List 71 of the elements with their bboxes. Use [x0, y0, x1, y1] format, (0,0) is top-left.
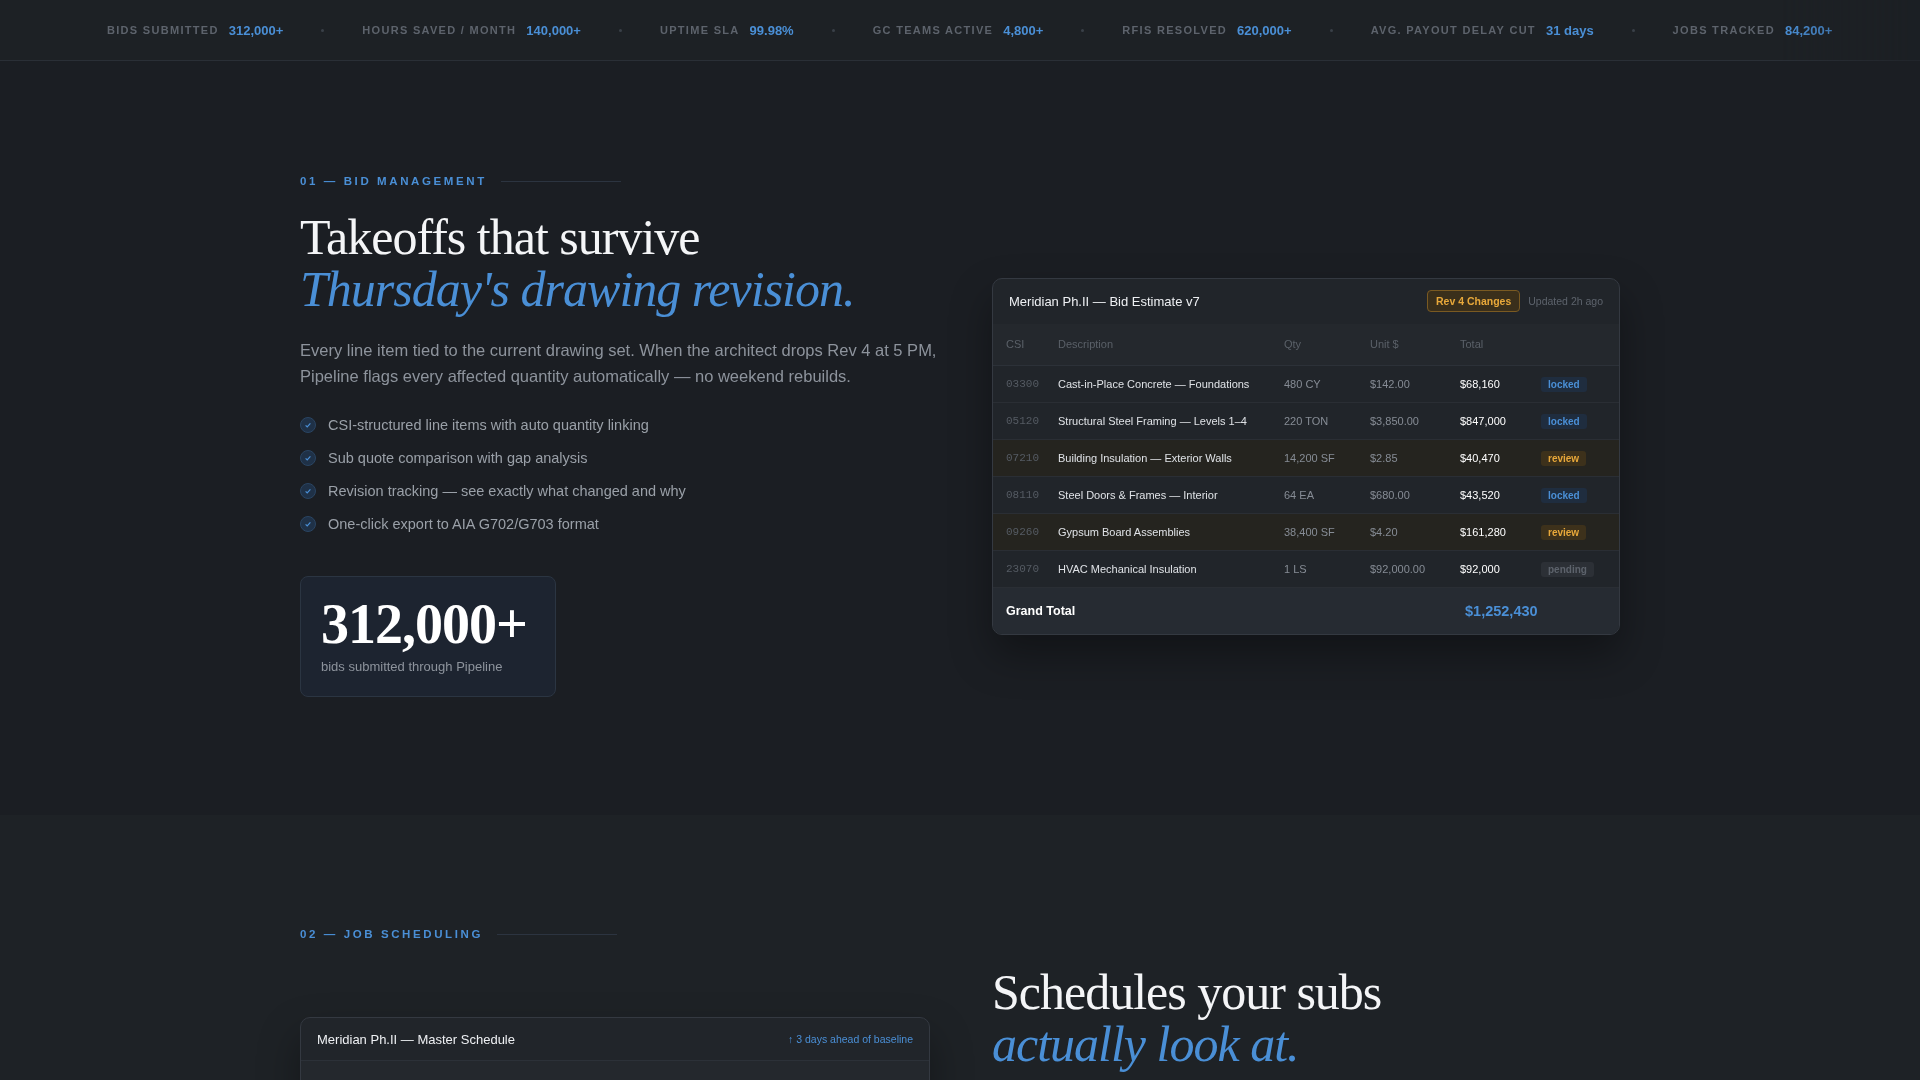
table-cell: $92,000	[1459, 550, 1540, 587]
status-tag: review	[1541, 524, 1587, 540]
stat-label: AVG. PAYOUT DELAY CUT	[1370, 24, 1536, 36]
section-eyebrow: 01 — BID MANAGEMENT	[300, 175, 487, 187]
csi-code: 09260	[993, 513, 1057, 550]
check-icon	[300, 482, 316, 499]
stat-caption: bids submitted through Pipeline	[321, 659, 504, 674]
estimate-title: Meridian Ph.II — Bid Estimate v7	[1009, 293, 1201, 309]
column-header: CSI	[993, 323, 1057, 365]
table-cell: Cast-in-Place Concrete — Foundations	[1057, 365, 1283, 402]
headline: Schedules your subs	[992, 966, 1383, 1018]
table-cell: $92,000.00	[1369, 550, 1459, 587]
revision-badge: Rev 4 Changes	[1427, 290, 1521, 312]
feature-text: One-click export to AIA G702/G703 format	[328, 515, 599, 532]
check-icon	[300, 449, 316, 466]
table-cell: 220 TON	[1283, 402, 1369, 439]
table-cell: Building Insulation — Exterior Walls	[1057, 439, 1283, 476]
table-cell: $40,470	[1459, 439, 1540, 476]
check-icon	[300, 416, 316, 433]
table-cell: $68,160	[1459, 365, 1540, 402]
stat-value: 84,200+	[1785, 22, 1833, 38]
table-cell: $680.00	[1369, 476, 1459, 513]
feature-text: Revision tracking — see exactly what changed and why	[328, 482, 686, 499]
table-cell: 480 CY	[1283, 365, 1369, 402]
table-cell: $4.20	[1369, 513, 1459, 550]
stat-value: 4,800+	[1003, 22, 1044, 38]
headline: Takeoffs that survive	[300, 211, 701, 263]
stat-label: HOURS SAVED / MONTH	[362, 24, 517, 36]
csi-code: 07210	[993, 439, 1057, 476]
grand-total-label: Grand Total	[1006, 603, 1077, 618]
status-tag: review	[1541, 450, 1587, 466]
table-cell: $43,520	[1459, 476, 1540, 513]
table-cell: $2.85	[1369, 439, 1459, 476]
stat-value: 31 days	[1545, 22, 1594, 38]
table-cell: $3,850.00	[1369, 402, 1459, 439]
table-cell: 14,200 SF	[1283, 439, 1369, 476]
schedule-title: Meridian Ph.II — Master Schedule	[317, 1031, 516, 1047]
feature-text: Sub quote comparison with gap analysis	[328, 449, 588, 466]
status-tag: locked	[1541, 413, 1587, 429]
table-cell: 38,400 SF	[1283, 513, 1369, 550]
table-cell: Structural Steel Framing — Levels 1–4	[1057, 402, 1283, 439]
stat-value: 99.98%	[749, 22, 794, 38]
stat-value: 312,000+	[228, 22, 284, 38]
table-cell: Gypsum Board Assemblies	[1057, 513, 1283, 550]
table-cell: $161,280	[1459, 513, 1540, 550]
csi-code: 23070	[993, 550, 1057, 587]
status-tag: locked	[1541, 376, 1587, 392]
check-icon	[300, 515, 316, 532]
stat-label: UPTIME SLA	[659, 24, 740, 36]
schedule-status: ↑ 3 days ahead of baseline	[788, 1033, 913, 1045]
table-cell: 64 EA	[1283, 476, 1369, 513]
table-cell: $847,000	[1459, 402, 1540, 439]
body-text: Every line item tied to the current drawing set. When the architect drops Rev 4 at 5 PM, Pipeline flags every affected quantity automatically — no weekend rebuilds.	[300, 340, 938, 387]
table-cell: HVAC Mechanical Insulation	[1057, 550, 1283, 587]
section-eyebrow: 02 — JOB SCHEDULING	[300, 928, 483, 940]
status-tag: locked	[1541, 487, 1587, 503]
updated-time: Updated 2h ago	[1528, 295, 1603, 307]
stat-value: 140,000+	[526, 22, 581, 38]
table-cell: $142.00	[1369, 365, 1459, 402]
feature-text: CSI-structured line items with auto quantity linking	[328, 416, 649, 433]
stat-label: JOBS TRACKED	[1672, 24, 1775, 36]
table-cell: 1 LS	[1283, 550, 1369, 587]
stat-label: BIDS SUBMITTED	[107, 24, 219, 36]
stat-label: RFIS RESOLVED	[1122, 24, 1228, 36]
stat-number: 312,000+	[321, 595, 528, 653]
stat-label: GC TEAMS ACTIVE	[872, 24, 994, 36]
grand-total-value: $1,252,430	[1465, 602, 1538, 619]
stat-value: 620,000+	[1237, 22, 1292, 38]
table-cell: Steel Doors & Frames — Interior	[1057, 476, 1283, 513]
csi-code: 03300	[993, 365, 1057, 402]
headline-accent: Thursday's drawing revision.	[300, 263, 856, 315]
